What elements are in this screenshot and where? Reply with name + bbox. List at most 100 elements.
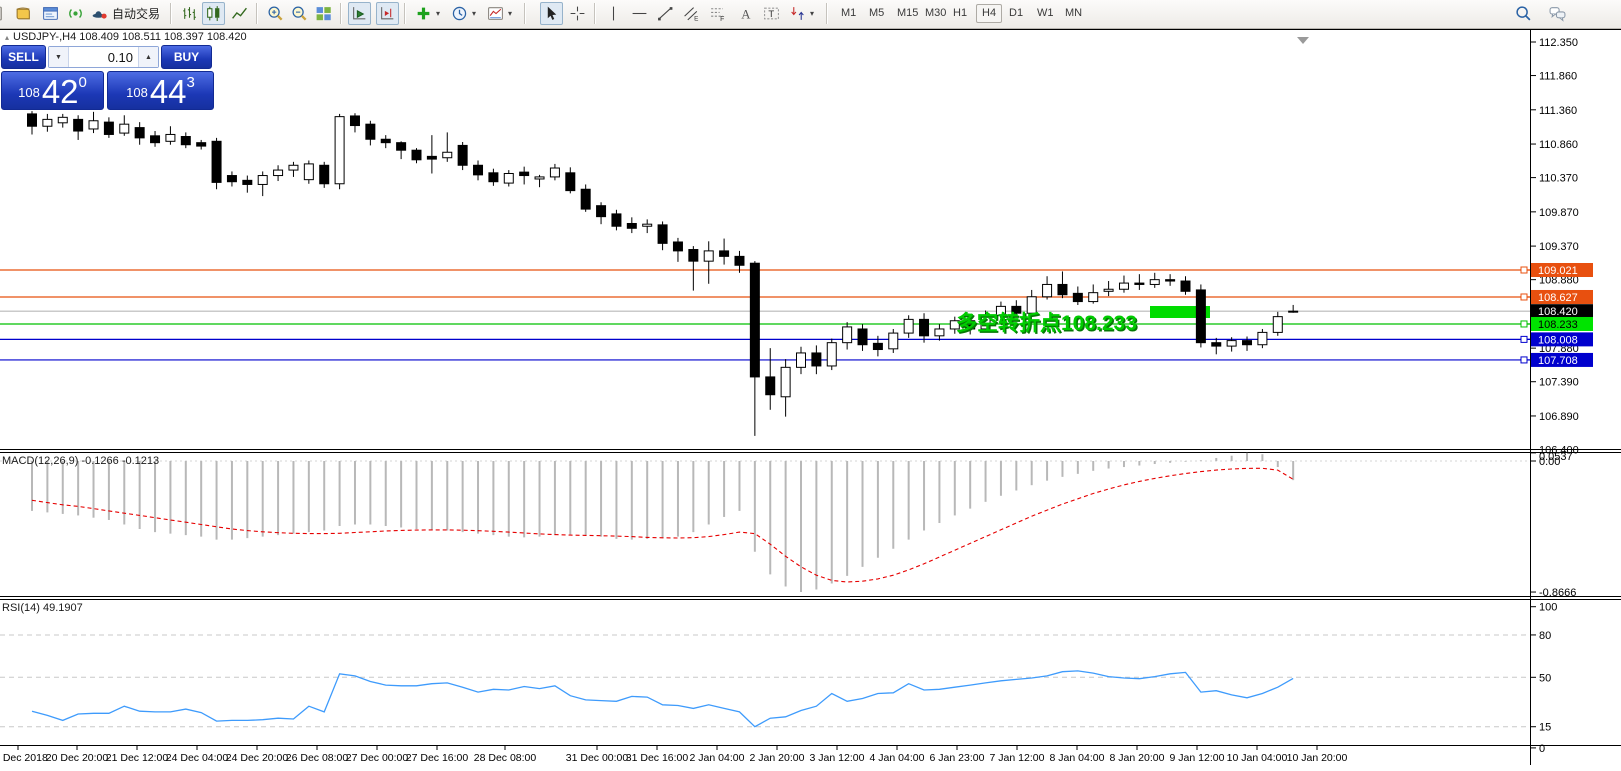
hline-handle[interactable] xyxy=(1521,267,1527,273)
search-icon[interactable] xyxy=(1512,2,1535,25)
candles-chart-icon[interactable] xyxy=(202,2,225,25)
time-tick-label: 24 Dec 04:00 xyxy=(166,752,229,764)
textlabel-icon[interactable]: T xyxy=(760,2,783,25)
time-tick-label: 8 Jan 04:00 xyxy=(1050,752,1105,764)
symbol-marker-icon: ▴ xyxy=(5,33,9,42)
candle-body xyxy=(1212,343,1221,346)
hline-handle[interactable] xyxy=(1521,321,1527,327)
time-tick-label: 19 Dec 2018 xyxy=(0,752,48,764)
text-icon[interactable]: A xyxy=(734,2,757,25)
candle-body xyxy=(1181,281,1190,291)
periods-dropdown-arrow-icon[interactable]: ▾ xyxy=(469,2,479,25)
main-toolbar: 自动交易 ▾ ▾ ▾ EFAT ▾ M1M5M15M30H1H4D1W1MN xyxy=(0,0,1621,29)
price-tick-label: 106.890 xyxy=(1539,411,1579,423)
candle-body xyxy=(1135,283,1144,284)
channel-icon[interactable]: E xyxy=(680,2,703,25)
sell-price-sup: 0 xyxy=(79,74,87,91)
autoscroll-icon[interactable] xyxy=(348,2,371,25)
timeframe-button-M30[interactable]: M30 xyxy=(920,4,951,23)
candle-body xyxy=(889,333,898,349)
zoom-out-icon[interactable] xyxy=(288,2,311,25)
timeframe-button-H1[interactable]: H1 xyxy=(948,4,972,23)
price-tick-label: 112.350 xyxy=(1539,37,1578,49)
volume-input[interactable] xyxy=(69,47,138,67)
crosshair-icon[interactable] xyxy=(566,2,589,25)
autotrade-button[interactable]: 自动交易 xyxy=(86,2,165,25)
buy-price-box[interactable]: 108443 xyxy=(107,71,214,110)
candle-body xyxy=(750,263,759,377)
candle-body xyxy=(1227,341,1236,346)
bars-chart-icon[interactable] xyxy=(178,2,201,25)
candle-body xyxy=(1150,280,1159,285)
candle-body xyxy=(197,143,206,146)
candle-body xyxy=(458,145,467,165)
candle-body xyxy=(550,168,559,177)
candle-body xyxy=(1196,290,1205,343)
arrows-icon[interactable] xyxy=(786,2,809,25)
price-tick-label: 109.370 xyxy=(1539,241,1579,253)
timeframe-button-M15[interactable]: M15 xyxy=(892,4,923,23)
candle-body xyxy=(181,137,190,145)
sell-price-box[interactable]: 108420 xyxy=(1,71,104,110)
hline-handle[interactable] xyxy=(1521,357,1527,363)
candle-body xyxy=(104,122,113,134)
volume-increase-icon[interactable]: ▲ xyxy=(138,47,158,67)
candle-body xyxy=(443,152,452,157)
timeframe-button-D1[interactable]: D1 xyxy=(1004,4,1028,23)
volume-stepper[interactable]: ▼ ▲ xyxy=(48,46,159,68)
periods-icon[interactable] xyxy=(448,2,471,25)
candle-body xyxy=(58,117,67,122)
chart-background xyxy=(0,29,1621,771)
timeframe-button-M1[interactable]: M1 xyxy=(836,4,861,23)
candle-body xyxy=(643,224,652,226)
time-tick-label: 31 Dec 16:00 xyxy=(626,752,689,764)
chat-icon[interactable] xyxy=(1546,2,1569,25)
timeframe-button-MN[interactable]: MN xyxy=(1060,4,1087,23)
chartshift-icon[interactable] xyxy=(376,2,399,25)
price-marker-label: 108.008 xyxy=(1538,334,1578,346)
turning-point-annotation[interactable]: 多空转折点108.233 xyxy=(956,311,1137,335)
line-chart-icon[interactable] xyxy=(228,2,251,25)
arrows-dropdown-arrow-icon[interactable]: ▾ xyxy=(807,2,817,25)
timeframe-button-M5[interactable]: M5 xyxy=(864,4,889,23)
sell-button[interactable]: SELL xyxy=(1,45,46,69)
trendline-icon[interactable] xyxy=(654,2,677,25)
timeframe-button-H4[interactable]: H4 xyxy=(976,4,1002,23)
time-tick-label: 3 Jan 12:00 xyxy=(810,752,865,764)
time-tick-label: 10 Jan 04:00 xyxy=(1227,752,1288,764)
tile-windows-icon[interactable] xyxy=(312,2,335,25)
zoom-in-icon[interactable] xyxy=(264,2,287,25)
candle-body xyxy=(1289,311,1298,312)
buy-button[interactable]: BUY xyxy=(161,45,212,69)
volume-decrease-icon[interactable]: ▼ xyxy=(49,47,69,67)
indicators-dropdown-arrow-icon[interactable]: ▾ xyxy=(433,2,443,25)
cursor-icon[interactable] xyxy=(540,2,563,25)
candle-body xyxy=(89,121,98,129)
chart-area[interactable]: 多空转折点108.233多空转折点108.233112.350111.86011… xyxy=(0,0,1621,771)
candle-body xyxy=(627,223,636,228)
journal-icon[interactable] xyxy=(12,2,35,25)
price-tick-label: 111.360 xyxy=(1539,105,1577,117)
fibonacci-icon[interactable]: F xyxy=(706,2,729,25)
candle-body xyxy=(412,150,421,160)
timeframe-button-W1[interactable]: W1 xyxy=(1032,4,1059,23)
price-marker-label: 108.627 xyxy=(1538,292,1578,304)
terminal-icon[interactable] xyxy=(39,2,62,25)
hline-icon[interactable] xyxy=(628,2,651,25)
signal-icon[interactable] xyxy=(64,2,87,25)
candle-body xyxy=(797,353,806,367)
candle-body xyxy=(812,353,821,366)
hline-handle[interactable] xyxy=(1521,294,1527,300)
time-tick-label: 7 Jan 12:00 xyxy=(990,752,1045,764)
vline-icon[interactable] xyxy=(602,2,625,25)
macd-axis-label: 0.00 xyxy=(1539,456,1560,468)
templates-icon[interactable] xyxy=(484,2,507,25)
candle-body xyxy=(1027,297,1036,313)
candle-body xyxy=(427,156,436,159)
rsi-axis-label: 0 xyxy=(1539,743,1545,755)
svg-text:A: A xyxy=(741,7,751,21)
templates-dropdown-arrow-icon[interactable]: ▾ xyxy=(505,2,515,25)
indicators-icon[interactable] xyxy=(412,2,435,25)
hline-handle[interactable] xyxy=(1521,336,1527,342)
toolbar-separator xyxy=(826,3,828,24)
